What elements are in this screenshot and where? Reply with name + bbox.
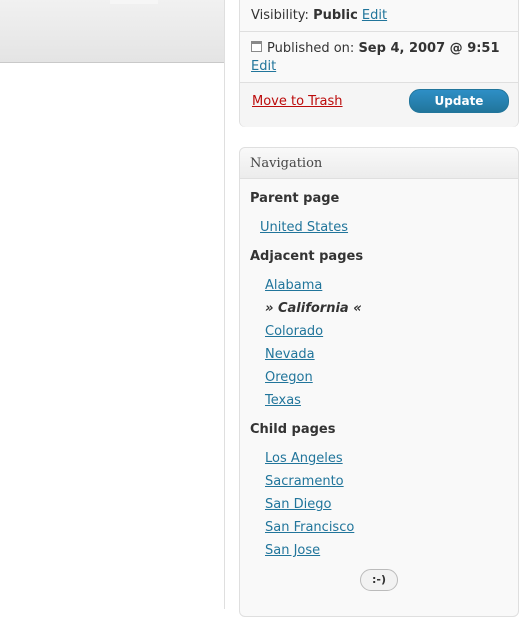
editor-pane	[0, 0, 225, 609]
adjacent-page-link[interactable]: Nevada	[265, 347, 315, 362]
navigation-header: Navigation	[240, 148, 518, 179]
child-page-link[interactable]: San Francisco	[265, 520, 354, 535]
adjacent-page-link[interactable]: Colorado	[265, 324, 323, 339]
publish-actions: Move to Trash Update	[240, 82, 518, 127]
calendar-icon	[251, 41, 262, 52]
visibility-edit-link[interactable]: Edit	[362, 8, 387, 23]
adjacent-page-link[interactable]: Oregon	[265, 370, 313, 385]
child-page-link[interactable]: Los Angeles	[265, 451, 343, 466]
navigation-title: Navigation	[250, 156, 323, 171]
published-date: Sep 4, 2007 @ 9:51	[358, 41, 500, 56]
publish-box: Visibility: Public Edit Published on: Se…	[239, 0, 519, 127]
move-to-trash-link[interactable]: Move to Trash	[252, 94, 343, 109]
parent-page-heading: Parent page	[250, 191, 340, 206]
visibility-value: Public	[313, 8, 358, 23]
published-row: Published on: Sep 4, 2007 @ 9:51 Edit	[251, 40, 513, 76]
divider	[240, 31, 518, 32]
editor-tab[interactable]	[110, 0, 158, 4]
current-suffix: «	[353, 301, 362, 316]
visibility-row: Visibility: Public Edit	[251, 8, 387, 23]
navigation-box: Navigation Parent page United States Adj…	[239, 147, 519, 617]
current-page: » California «	[265, 301, 362, 316]
update-button[interactable]: Update	[409, 89, 509, 113]
current-prefix: »	[265, 301, 274, 316]
editor-toolbar	[0, 0, 224, 63]
smile-button[interactable]: :-)	[360, 569, 398, 591]
child-page-link[interactable]: Sacramento	[265, 474, 344, 489]
published-label: Published on:	[267, 41, 355, 56]
adjacent-pages-heading: Adjacent pages	[250, 249, 364, 264]
adjacent-page-link[interactable]: Alabama	[265, 278, 322, 293]
current-page-label: California	[277, 301, 349, 316]
child-pages-heading: Child pages	[250, 422, 336, 437]
visibility-label: Visibility:	[251, 8, 309, 23]
child-page-link[interactable]: San Diego	[265, 497, 331, 512]
adjacent-page-link[interactable]: Texas	[265, 393, 301, 408]
child-page-link[interactable]: San Jose	[265, 543, 320, 558]
parent-page-link[interactable]: United States	[260, 220, 348, 235]
published-edit-link[interactable]: Edit	[251, 59, 276, 74]
